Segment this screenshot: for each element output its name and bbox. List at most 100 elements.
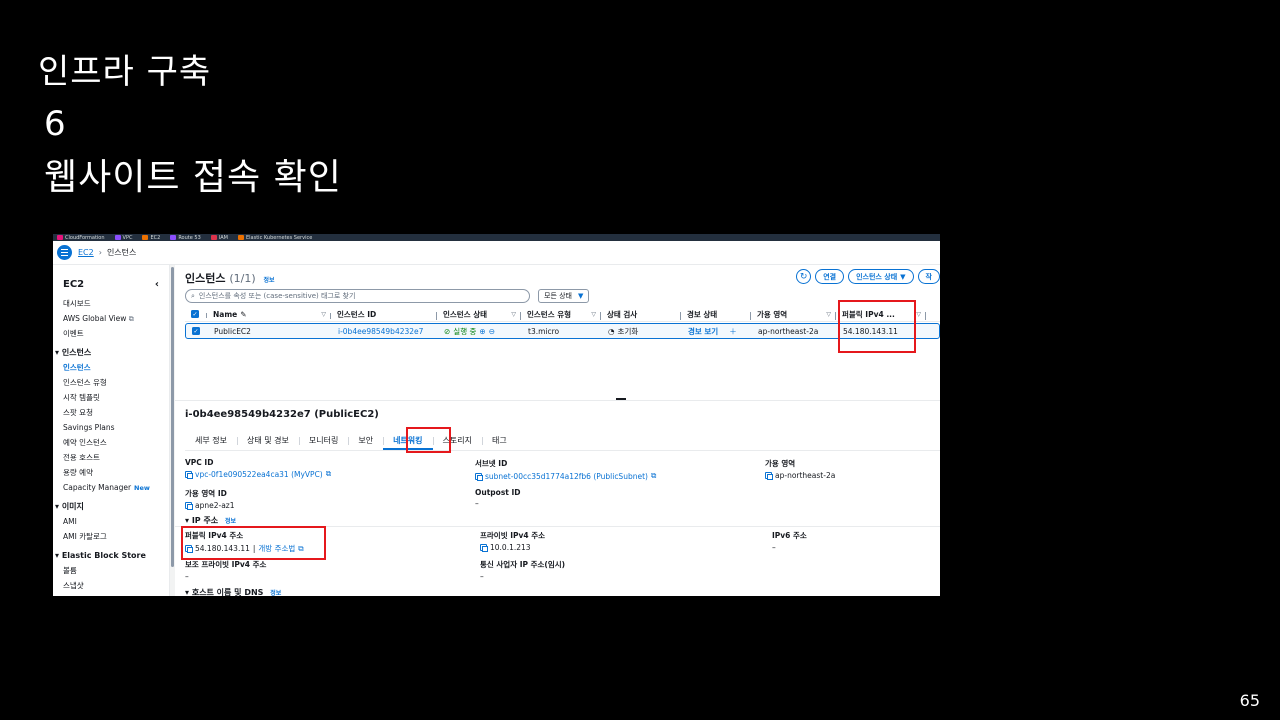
cell-instance-id-link[interactable]: i-0b4ee98549b4232e7 bbox=[332, 327, 438, 336]
panel-divider bbox=[175, 400, 940, 401]
tab-security[interactable]: 보안 bbox=[348, 433, 383, 450]
sidebar-item-ami-catalog[interactable]: AMI 카탈로그 bbox=[63, 529, 169, 544]
external-link-icon: ⧉ bbox=[325, 469, 332, 478]
sort-icon: ▽ bbox=[511, 310, 516, 318]
select-all-checkbox[interactable]: ✓ bbox=[185, 310, 207, 318]
field-secondary-private-ipv4: 보조 프라이빗 IPv4 주소 – bbox=[185, 560, 267, 581]
caret-down-icon: ▾ bbox=[55, 502, 60, 511]
vpc-id-link[interactable]: vpc-0f1e090522ea4ca31 (MyVPC) bbox=[195, 470, 323, 479]
connect-button[interactable]: 연결 bbox=[815, 269, 845, 284]
sidebar-section-images[interactable]: ▾ 이미지 bbox=[55, 499, 169, 514]
tab-monitoring[interactable]: 모니터링 bbox=[298, 433, 348, 450]
row-checkbox[interactable]: ✓ bbox=[186, 327, 208, 335]
copy-icon[interactable] bbox=[185, 502, 193, 510]
sidebar-item-dedicated-hosts[interactable]: 전용 호스트 bbox=[63, 450, 169, 465]
caret-down-icon: ▾ bbox=[185, 516, 190, 525]
sidebar-item-instances[interactable]: 인스턴스 bbox=[63, 360, 169, 375]
scrollbar-thumb[interactable] bbox=[171, 267, 174, 567]
search-input[interactable]: ⌕ 인스턴스를 속성 또는 (case-sensitive) 태그로 찾기 bbox=[185, 289, 530, 303]
copy-icon[interactable] bbox=[185, 470, 193, 479]
slide-subtitle: 웹사이트 접속 확인 bbox=[44, 157, 342, 198]
sidebar-item-global-view[interactable]: AWS Global View ⧉ bbox=[63, 311, 169, 326]
chevron-right-icon: › bbox=[98, 248, 102, 257]
col-instance-state[interactable]: 인스턴스 상태 ▽ bbox=[437, 309, 521, 320]
col-name[interactable]: Name ✎ ▽ bbox=[207, 310, 331, 319]
copy-icon[interactable] bbox=[765, 472, 773, 480]
tab-status-alarms[interactable]: 상태 및 경보 bbox=[236, 433, 299, 450]
sidebar-item-events[interactable]: 이벤트 bbox=[63, 326, 169, 341]
zoom-out-icon[interactable]: ⊖ bbox=[489, 327, 495, 336]
menu-icon[interactable] bbox=[57, 245, 72, 260]
slide-title: 인프라 구축 bbox=[38, 52, 212, 92]
copy-icon[interactable] bbox=[475, 472, 483, 481]
cell-name: PublicEC2 bbox=[214, 326, 251, 336]
sidebar-item-volumes[interactable]: 볼륨 bbox=[63, 563, 169, 578]
bookmark-eks[interactable]: Elastic Kubernetes Service bbox=[238, 235, 312, 241]
actions-button[interactable]: 작 bbox=[917, 269, 940, 284]
cell-instance-state: ⊘ 실행 중 ⊕ ⊖ bbox=[444, 326, 495, 336]
header-actions: ↻ 연결 인스턴스 상태 ▼ 작 bbox=[796, 269, 940, 284]
add-alarm-icon[interactable]: ＋ bbox=[729, 326, 737, 337]
check-circle-icon: ⊘ bbox=[444, 326, 451, 336]
sidebar-item-spot-requests[interactable]: 스팟 요청 bbox=[63, 405, 169, 420]
host-section-header[interactable]: ▾ 호스트 이름 및 DNS 정보 bbox=[185, 587, 281, 596]
page-number: 65 bbox=[1239, 691, 1260, 710]
table-header: ✓ Name ✎ ▽ 인스턴스 ID 인스턴스 상태 ▽ 인스턴스 유형 ▽ 상태 검사… bbox=[185, 307, 940, 322]
breadcrumb: EC2 › 인스턴스 bbox=[78, 247, 136, 258]
subnet-id-link[interactable]: subnet-00cc35d1774a12fb6 (PublicSubnet) bbox=[485, 472, 648, 481]
sidebar-section-ebs[interactable]: ▾ Elastic Block Store bbox=[55, 548, 169, 563]
sidebar-item-reserved-instances[interactable]: 예약 인스턴스 bbox=[63, 435, 169, 450]
col-instance-id[interactable]: 인스턴스 ID bbox=[331, 309, 437, 320]
col-instance-type[interactable]: 인스턴스 유형 ▽ bbox=[521, 309, 601, 320]
checkbox-icon: ✓ bbox=[192, 327, 200, 335]
sidebar-item-savings-plans[interactable]: Savings Plans bbox=[63, 420, 169, 435]
copy-icon[interactable] bbox=[480, 544, 488, 552]
field-availability-zone: 가용 영역 ap-northeast-2a bbox=[765, 459, 836, 480]
field-private-ipv4: 프라이빗 IPv4 주소 10.0.1.213 bbox=[480, 531, 546, 552]
sort-icon: ▽ bbox=[826, 310, 831, 318]
info-link[interactable]: 정보 bbox=[263, 277, 274, 284]
refresh-icon[interactable]: ↻ bbox=[796, 269, 812, 284]
info-link[interactable]: 정보 bbox=[225, 518, 236, 525]
sidebar-item-instance-types[interactable]: 인스턴스 유형 bbox=[63, 375, 169, 390]
sidebar-item-launch-templates[interactable]: 시작 템플릿 bbox=[63, 390, 169, 405]
bookmark-vpc[interactable]: VPC bbox=[114, 235, 132, 241]
sidebar: EC2 ‹ 대시보드 AWS Global View ⧉ 이벤트 ▾ 인스턴스 인… bbox=[53, 265, 170, 596]
field-carrier-ip: 통신 사업자 IP 주소(임시) – bbox=[480, 560, 566, 581]
details-title: i-0b4ee98549b4232e7 (PublicEC2) bbox=[185, 409, 379, 420]
cell-availability-zone: ap-northeast-2a bbox=[758, 326, 819, 336]
bookmark-iam[interactable]: IAM bbox=[210, 235, 228, 241]
ip-section-header[interactable]: ▾ IP 주소 정보 bbox=[185, 515, 236, 526]
sidebar-item-dashboard[interactable]: 대시보드 bbox=[63, 296, 169, 311]
view-alarms-link[interactable]: 경보 보기 bbox=[688, 326, 718, 337]
sidebar-title: EC2 ‹ bbox=[63, 279, 159, 290]
route53-icon bbox=[170, 235, 177, 240]
bookmark-route53[interactable]: Route 53 bbox=[170, 235, 201, 241]
zoom-in-icon[interactable]: ⊕ bbox=[479, 327, 485, 336]
col-alarm-status[interactable]: 경보 상태 bbox=[681, 309, 751, 320]
cloudformation-icon bbox=[57, 235, 63, 240]
instances-header: 인스턴스 (1/1) 정보 bbox=[185, 272, 275, 285]
resize-handle[interactable] bbox=[616, 398, 626, 400]
cell-status-check: ◔ 초기화 bbox=[608, 326, 639, 336]
col-availability-zone[interactable]: 가용 영역 ▽ bbox=[751, 309, 836, 320]
collapse-sidebar-icon[interactable]: ‹ bbox=[155, 279, 159, 290]
bookmark-cloudformation[interactable]: CloudFormation bbox=[57, 235, 105, 241]
instance-state-button[interactable]: 인스턴스 상태 ▼ bbox=[848, 269, 914, 284]
external-link-icon: ⧉ bbox=[650, 471, 657, 480]
sidebar-section-instances[interactable]: ▾ 인스턴스 bbox=[55, 345, 169, 360]
sidebar-item-capacity-manager[interactable]: Capacity Manager New bbox=[63, 480, 169, 495]
tab-tags[interactable]: 태그 bbox=[481, 433, 517, 450]
sidebar-item-ami[interactable]: AMI bbox=[63, 514, 169, 529]
cell-instance-type: t3.micro bbox=[528, 326, 560, 336]
state-filter-select[interactable]: 모든 상태 ▼ bbox=[538, 289, 590, 303]
breadcrumb-ec2-link[interactable]: EC2 bbox=[78, 248, 94, 257]
vpc-icon bbox=[114, 235, 121, 240]
col-status-check[interactable]: 상태 검사 bbox=[601, 309, 681, 320]
sidebar-item-capacity-reservations[interactable]: 용량 예약 bbox=[63, 465, 169, 480]
sidebar-item-snapshots[interactable]: 스냅샷 bbox=[63, 578, 169, 593]
tab-details[interactable]: 세부 정보 bbox=[185, 433, 237, 450]
info-link[interactable]: 정보 bbox=[270, 590, 281, 596]
bookmark-ec2[interactable]: EC2 bbox=[142, 235, 160, 241]
table-row[interactable]: ✓ PublicEC2 i-0b4ee98549b4232e7 ⊘ 실행 중 ⊕… bbox=[185, 323, 940, 339]
